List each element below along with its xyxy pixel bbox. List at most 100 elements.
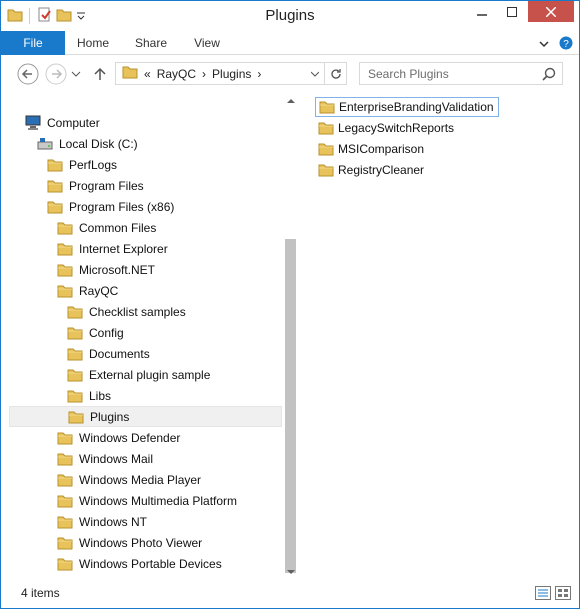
tree-item-label: Windows Media Player (79, 472, 202, 487)
tree-item-label: Microsoft.NET (79, 262, 156, 277)
tree-item[interactable]: Microsoft.NET (9, 259, 282, 280)
tree-item-label: Windows Photo Viewer (79, 535, 203, 550)
recent-locations-button[interactable] (69, 63, 83, 85)
list-item[interactable]: MSIComparison (315, 139, 428, 159)
expand-ribbon-icon[interactable] (539, 38, 549, 52)
tree-item-label: RayQC (79, 283, 119, 298)
tree-item-label: Windows Mail (79, 451, 154, 466)
tree-item[interactable]: Windows Photo Viewer (9, 532, 282, 553)
folder-icon (57, 514, 73, 530)
file-name: MSIComparison (338, 142, 425, 156)
folder-icon (57, 283, 73, 299)
tree-item-label: Program Files (69, 178, 144, 193)
ribbon-tabs: File Home Share View ? (1, 31, 579, 55)
tree-item[interactable]: Computer (9, 112, 282, 133)
tree-item-label: Windows Multimedia Platform (79, 493, 238, 508)
tree-item[interactable]: PerfLogs (9, 154, 282, 175)
tree-item[interactable]: Local Disk (C:) (9, 133, 282, 154)
file-name: EnterpriseBrandingValidation (339, 100, 494, 114)
item-count: 4 items (21, 586, 60, 600)
tree-item[interactable]: Documents (9, 343, 282, 364)
tree-item[interactable]: Windows Portable Devices (9, 553, 282, 574)
tree-item-label: Local Disk (C:) (59, 136, 138, 151)
tab-share[interactable]: Share (123, 31, 179, 55)
folder-icon (319, 99, 335, 115)
folder-icon (47, 157, 63, 173)
tree-item-label: Internet Explorer (79, 241, 168, 256)
breadcrumb-item-plugins[interactable]: Plugins (212, 67, 251, 81)
search-box[interactable] (359, 62, 563, 85)
folder-icon (57, 241, 73, 257)
up-button[interactable] (91, 63, 109, 85)
tree-item[interactable]: Windows Defender (9, 427, 282, 448)
tree-item-label: PerfLogs (69, 157, 118, 172)
tree-item-label: Windows NT (79, 514, 148, 529)
tree-item-label: External plugin sample (89, 367, 211, 382)
large-icons-view-icon[interactable] (555, 586, 571, 603)
address-row: « RayQC › Plugins › (1, 56, 579, 92)
close-button[interactable] (528, 1, 574, 22)
tab-home[interactable]: Home (65, 31, 121, 55)
list-item[interactable]: RegistryCleaner (315, 160, 428, 180)
tree-item[interactable]: Windows Media Player (9, 469, 282, 490)
folder-icon (67, 367, 83, 383)
breadcrumb-overflow[interactable]: « (144, 67, 151, 81)
details-view-icon[interactable] (535, 586, 551, 603)
scroll-thumb[interactable] (285, 239, 296, 573)
tree-item[interactable]: Internet Explorer (9, 238, 282, 259)
tree-item[interactable]: Program Files (x86) (9, 196, 282, 217)
search-input[interactable] (360, 66, 530, 81)
folder-icon (57, 262, 73, 278)
tree-item[interactable]: RayQC (9, 280, 282, 301)
nav-scrollbar[interactable] (283, 93, 298, 579)
list-item[interactable]: LegacySwitchReports (315, 118, 458, 138)
folder-icon (318, 141, 334, 157)
tab-view[interactable]: View (181, 31, 233, 55)
navigation-pane: Computer Local Disk (C:) PerfLogs Program F… (1, 93, 298, 579)
tree-item[interactable]: Libs (9, 385, 282, 406)
tree-item-label: Windows Defender (79, 430, 181, 445)
tree-item[interactable]: Common Files (9, 217, 282, 238)
tree-item[interactable]: Windows Mail (9, 448, 282, 469)
tree-item[interactable]: Windows NT (9, 511, 282, 532)
help-icon[interactable]: ? (559, 36, 573, 53)
address-bar[interactable]: « RayQC › Plugins › (115, 62, 347, 85)
tab-file[interactable]: File (1, 31, 65, 55)
tree-item-label: Program Files (x86) (69, 199, 175, 214)
tree-item[interactable]: Checklist samples (9, 301, 282, 322)
tree-item-label: Documents (89, 346, 150, 361)
folder-icon (67, 346, 83, 362)
status-bar: 4 items (1, 581, 579, 608)
view-buttons (535, 586, 571, 603)
tree-item[interactable]: Windows Multimedia Platform (9, 490, 282, 511)
tree-item[interactable]: External plugin sample (9, 364, 282, 385)
back-button[interactable] (17, 63, 39, 85)
folder-icon (57, 430, 73, 446)
address-history-button[interactable] (308, 63, 322, 84)
scroll-up-arrow[interactable] (283, 93, 298, 108)
file-list: EnterpriseBrandingValidation LegacySwitch… (299, 93, 579, 579)
list-item[interactable]: EnterpriseBrandingValidation (315, 97, 499, 117)
scroll-down-arrow[interactable] (283, 564, 298, 579)
svg-text:?: ? (563, 39, 569, 50)
tree-item-label: Plugins (90, 409, 130, 424)
tree-item-label: Common Files (79, 220, 157, 235)
forward-button[interactable] (45, 63, 67, 85)
tree-item[interactable]: Program Files (9, 175, 282, 196)
tree-item[interactable]: Config (9, 322, 282, 343)
tree-item[interactable]: Plugins (9, 406, 282, 427)
breadcrumb-item-rayqc[interactable]: RayQC (157, 67, 196, 81)
maximize-button[interactable] (497, 1, 527, 22)
tree-item-label: Libs (89, 388, 112, 403)
file-name: LegacySwitchReports (338, 121, 455, 135)
refresh-button[interactable] (324, 63, 346, 84)
chevron-right-icon[interactable]: › (202, 67, 206, 81)
search-icon[interactable] (542, 67, 556, 84)
minimize-button[interactable] (467, 1, 497, 22)
folder-icon (57, 472, 73, 488)
folder-icon (318, 162, 334, 178)
folder-icon (318, 120, 334, 136)
computer-icon (25, 115, 41, 131)
chevron-right-icon[interactable]: › (257, 67, 261, 81)
folder-icon (68, 409, 84, 425)
